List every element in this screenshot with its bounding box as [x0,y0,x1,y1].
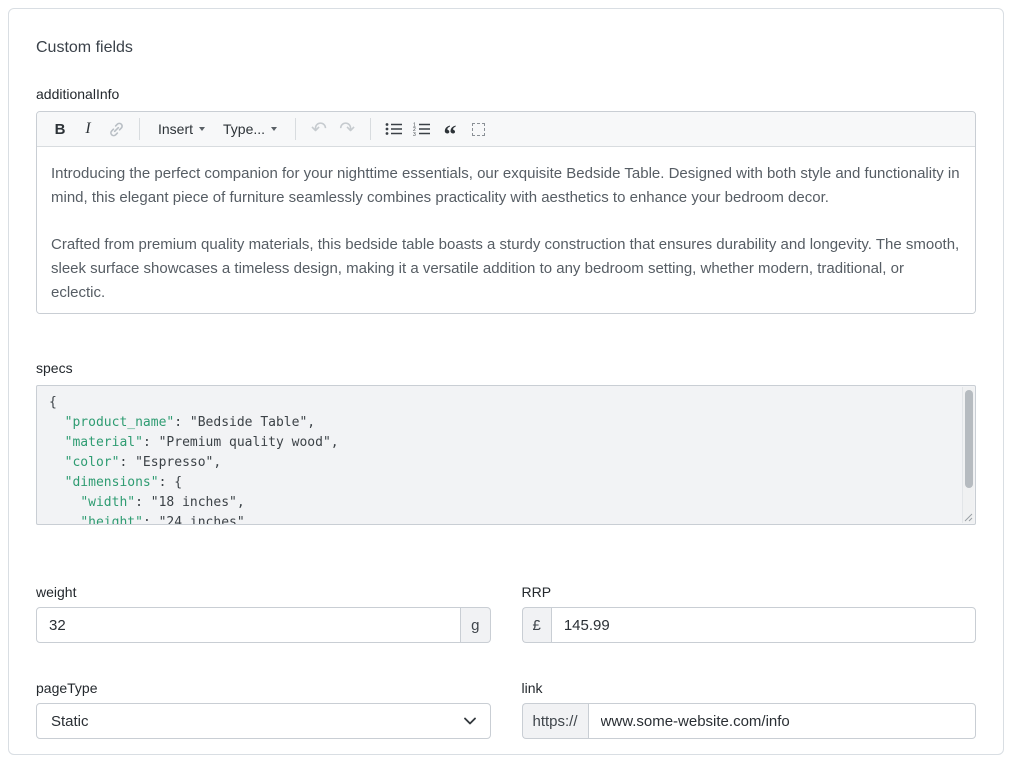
redo-icon: ↷ [339,120,355,139]
bold-button[interactable]: B [47,116,73,142]
specs-code: { "product_name": "Bedside Table", "mate… [37,386,963,524]
redo-button[interactable]: ↷ [334,116,360,142]
toolbar-divider [295,118,296,140]
weight-input[interactable] [36,607,461,643]
weight-unit-addon: g [461,607,490,643]
link-icon [108,121,125,138]
blockquote-button[interactable]: “ [437,116,463,142]
additionalInfo-label: additionalInfo [36,86,976,103]
rrp-label: RRP [522,584,977,601]
numbered-list-icon: 1 2 3 [413,122,431,136]
editor-paragraph: Introducing the perfect companion for yo… [51,162,961,210]
rich-text-editor: B I Insert Type... [36,111,976,314]
pageType-label: pageType [36,680,491,697]
pageType-select[interactable]: Static [36,703,491,739]
svg-text:3: 3 [413,132,416,136]
link-protocol-addon: https:// [522,703,588,739]
link-button[interactable] [103,116,129,142]
insert-dropdown-label: Insert [158,121,193,137]
chevron-down-icon [271,127,277,131]
field-additionalInfo: additionalInfo B I Insert [36,86,976,314]
chevron-down-icon [464,717,476,725]
link-label: link [522,680,977,697]
type-dropdown-label: Type... [223,121,265,137]
numbered-list-button[interactable]: 1 2 3 [409,116,435,142]
undo-button[interactable]: ↶ [306,116,332,142]
type-dropdown[interactable]: Type... [215,116,285,142]
toolbar-divider [139,118,140,140]
field-link: link https:// [522,680,977,739]
scrollbar-track[interactable] [962,387,974,523]
editor-toolbar: B I Insert Type... [37,112,975,147]
weight-label: weight [36,584,491,601]
dashed-square-icon [472,123,485,136]
rrp-input[interactable] [551,607,976,643]
code-block-button[interactable] [465,116,491,142]
specs-textarea[interactable]: { "product_name": "Bedside Table", "mate… [36,385,976,525]
blockquote-icon: “ [444,130,457,140]
bullet-list-icon [385,122,403,136]
fields-grid: weight g RRP £ pageType Static [36,584,976,739]
toolbar-divider [370,118,371,140]
undo-icon: ↶ [311,120,327,139]
custom-fields-card: Custom fields additionalInfo B I Insert [8,8,1004,755]
field-specs: specs { "product_name": "Bedside Table",… [36,360,976,525]
italic-button[interactable]: I [75,116,101,142]
field-rrp: RRP £ [522,584,977,643]
pageType-selected-value: Static [51,713,89,730]
rrp-currency-addon: £ [522,607,551,643]
resize-handle[interactable] [963,512,973,522]
insert-dropdown[interactable]: Insert [150,116,213,142]
bullet-list-button[interactable] [381,116,407,142]
chevron-down-icon [199,127,205,131]
editor-paragraph: Crafted from premium quality materials, … [51,233,961,305]
section-title: Custom fields [36,38,976,58]
link-input[interactable] [588,703,976,739]
field-weight: weight g [36,584,491,643]
editor-content[interactable]: Introducing the perfect companion for yo… [37,147,975,313]
field-pageType: pageType Static [36,680,491,739]
specs-label: specs [36,360,976,377]
scrollbar-thumb[interactable] [965,390,973,488]
